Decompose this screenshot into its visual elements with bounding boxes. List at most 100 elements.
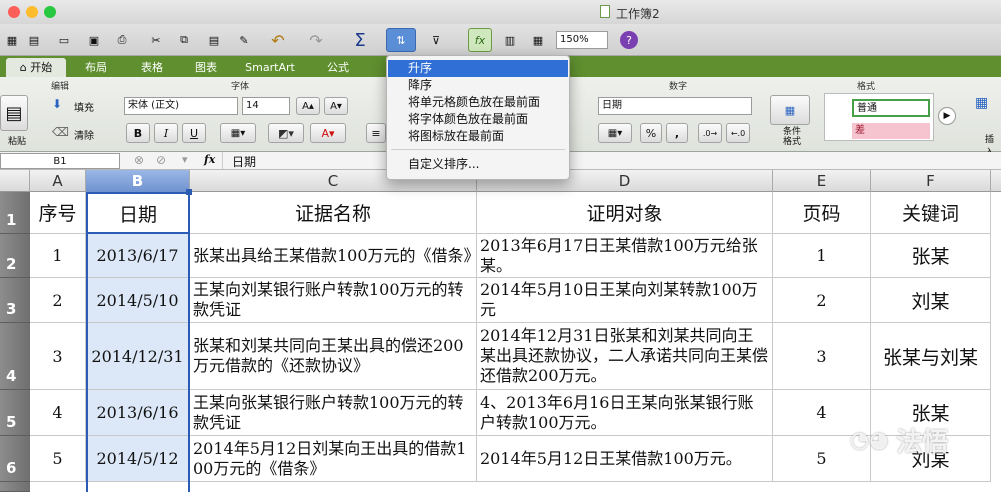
row-header-4[interactable]: 4 (0, 323, 30, 390)
tab-tables[interactable]: 表格 (126, 58, 178, 77)
cut-icon[interactable]: ✂ (144, 28, 168, 52)
clear-button[interactable]: 清除 (74, 127, 94, 142)
conditional-format-icon[interactable]: ▦ (770, 95, 810, 125)
underline-button[interactable]: U (182, 123, 206, 143)
number-format-select[interactable]: 日期 (598, 97, 752, 115)
print-icon[interactable]: ⎙ (110, 28, 134, 52)
font-size-select[interactable]: 14 (242, 97, 290, 115)
select-all-corner[interactable] (0, 170, 30, 192)
tab-charts[interactable]: 图表 (180, 58, 232, 77)
increase-decimal-button[interactable]: .0→ (698, 123, 722, 143)
name-box[interactable]: B1 (0, 153, 120, 169)
save-icon[interactable]: ▣ (82, 28, 106, 52)
toolbox-icon[interactable]: ▥ (498, 28, 522, 52)
cell-seq[interactable]: 2 (30, 278, 86, 323)
cell-page[interactable]: 2 (773, 278, 871, 323)
row-header-1[interactable]: 1 (0, 192, 30, 234)
tab-home[interactable]: ⌂ 开始 (6, 58, 66, 77)
formula-input[interactable]: 日期 (232, 153, 256, 170)
tab-formulas[interactable]: 公式 (308, 58, 368, 77)
borders-button[interactable]: ▦▾ (220, 123, 256, 143)
menu-item-ascending[interactable]: 升序 (388, 60, 568, 77)
format-painter-icon[interactable]: ✎ (232, 28, 256, 52)
open-icon[interactable]: ▭ (52, 28, 76, 52)
decrease-decimal-button[interactable]: ←.0 (726, 123, 750, 143)
cancel-icon[interactable]: ⊗ (134, 153, 144, 167)
cell-keyword[interactable]: 刘某 (871, 278, 991, 323)
cell-evidence[interactable]: 王某向张某银行账户转款100万元的转款凭证 (190, 390, 477, 436)
cell-evidence[interactable]: 王某向刘某银行账户转款100万元的转款凭证 (190, 278, 477, 323)
align-left-button[interactable]: ≡ (366, 123, 386, 143)
cell-date[interactable]: 2014/5/12 (86, 436, 190, 482)
header-cell-proof[interactable]: 证明对象 (477, 192, 773, 234)
template-gallery-icon[interactable]: ▤ (22, 28, 46, 52)
copy-icon[interactable]: ⧉ (172, 28, 196, 52)
menu-item-descending[interactable]: 降序 (388, 77, 568, 94)
cell-evidence[interactable]: 张某出具给王某借款100万元的《借条》 (190, 234, 477, 278)
cell-keyword[interactable]: 张某与刘某 (871, 323, 991, 390)
selection-handle[interactable] (186, 189, 192, 195)
cell-date[interactable]: 2013/6/17 (86, 234, 190, 278)
italic-button[interactable]: I (154, 123, 178, 143)
autosum-icon[interactable]: Σ (348, 28, 372, 52)
filter-icon[interactable]: ⊽ (424, 28, 448, 52)
header-cell-page[interactable]: 页码 (773, 192, 871, 234)
menu-item-custom-sort[interactable]: 自定义排序... (388, 156, 568, 173)
cell-evidence[interactable]: 2014年5月12日刘某向王出具的借款100万元的《借条》 (190, 436, 477, 482)
cell-date[interactable]: 2014/12/31 (86, 323, 190, 390)
fill-button[interactable]: 填充 (74, 99, 94, 114)
comma-button[interactable]: , (666, 123, 688, 143)
insert-function-button[interactable]: fx (204, 153, 215, 166)
row-header-7[interactable] (0, 482, 30, 492)
style-normal[interactable]: 普通 (852, 99, 930, 117)
cell-proof[interactable]: 4、2013年6月16日王某向张某银行账户转款100万元。 (477, 390, 773, 436)
cell-seq[interactable]: 5 (30, 436, 86, 482)
insert-cells-icon[interactable]: ▦ (975, 95, 997, 115)
cell-evidence[interactable]: 张某和刘某共同向王某出具的偿还200万元借款的《还款协议》 (190, 323, 477, 390)
zoom-window-button[interactable] (44, 6, 56, 18)
dropdown-icon[interactable]: ▾ (182, 153, 188, 166)
undo-icon[interactable]: ↶ (266, 28, 290, 52)
row-header-5[interactable]: 5 (0, 390, 30, 436)
paste-icon[interactable]: ▤ (202, 28, 226, 52)
new-icon[interactable]: ▦ (0, 28, 24, 52)
cell-date[interactable]: 2014/5/10 (86, 278, 190, 323)
tab-layout[interactable]: 布局 (70, 58, 122, 77)
bold-button[interactable]: B (126, 123, 150, 143)
shrink-font-button[interactable]: A▾ (324, 97, 348, 115)
font-name-select[interactable]: 宋体 (正文) (124, 97, 238, 115)
column-header-b[interactable]: B (86, 170, 190, 192)
minimize-window-button[interactable] (26, 6, 38, 18)
menu-item-cell-color-first[interactable]: 将单元格颜色放在最前面 (388, 94, 568, 111)
close-window-button[interactable] (8, 6, 20, 18)
row-header-2[interactable]: 2 (0, 234, 30, 278)
confirm-icon[interactable]: ⊘ (156, 153, 166, 167)
redo-icon[interactable]: ↷ (304, 28, 328, 52)
zoom-select[interactable]: 150% (556, 31, 608, 49)
style-bad[interactable]: 差 (852, 123, 930, 139)
column-header-f[interactable]: F (871, 170, 991, 192)
cell-seq[interactable]: 4 (30, 390, 86, 436)
grow-font-button[interactable]: A▴ (296, 97, 320, 115)
cell-date[interactable]: 2013/6/16 (86, 390, 190, 436)
menu-item-icon-first[interactable]: 将图标放在最前面 (388, 128, 568, 145)
paste-button[interactable]: ▤ (0, 95, 28, 131)
cell-seq[interactable]: 3 (30, 323, 86, 390)
formula-builder-icon[interactable]: fx (468, 28, 492, 52)
media-browser-icon[interactable]: ▦ (526, 28, 550, 52)
help-icon[interactable]: ? (620, 31, 638, 49)
header-cell-keyword[interactable]: 关键词 (871, 192, 991, 234)
currency-button[interactable]: ▦▾ (598, 123, 632, 143)
header-cell-date[interactable]: 日期 (86, 192, 190, 234)
menu-item-font-color-first[interactable]: 将字体颜色放在最前面 (388, 111, 568, 128)
cell-proof[interactable]: 2014年5月12日王某借款100万元。 (477, 436, 773, 482)
gallery-next-icon[interactable]: ▶ (938, 107, 956, 125)
header-cell-seq[interactable]: 序号 (30, 192, 86, 234)
tab-smartart[interactable]: SmartArt (236, 58, 304, 77)
fill-color-button[interactable]: ◩▾ (268, 123, 304, 143)
cell-keyword[interactable]: 张某 (871, 234, 991, 278)
cell-page[interactable]: 3 (773, 323, 871, 390)
cell-proof[interactable]: 2014年12月31日张某和刘某共同向王某出具还款协议，二人承诺共同向王某偿还借… (477, 323, 773, 390)
sort-icon[interactable]: ⇅ (386, 28, 416, 52)
cell-proof[interactable]: 2013年6月17日王某借款100万元给张某。 (477, 234, 773, 278)
